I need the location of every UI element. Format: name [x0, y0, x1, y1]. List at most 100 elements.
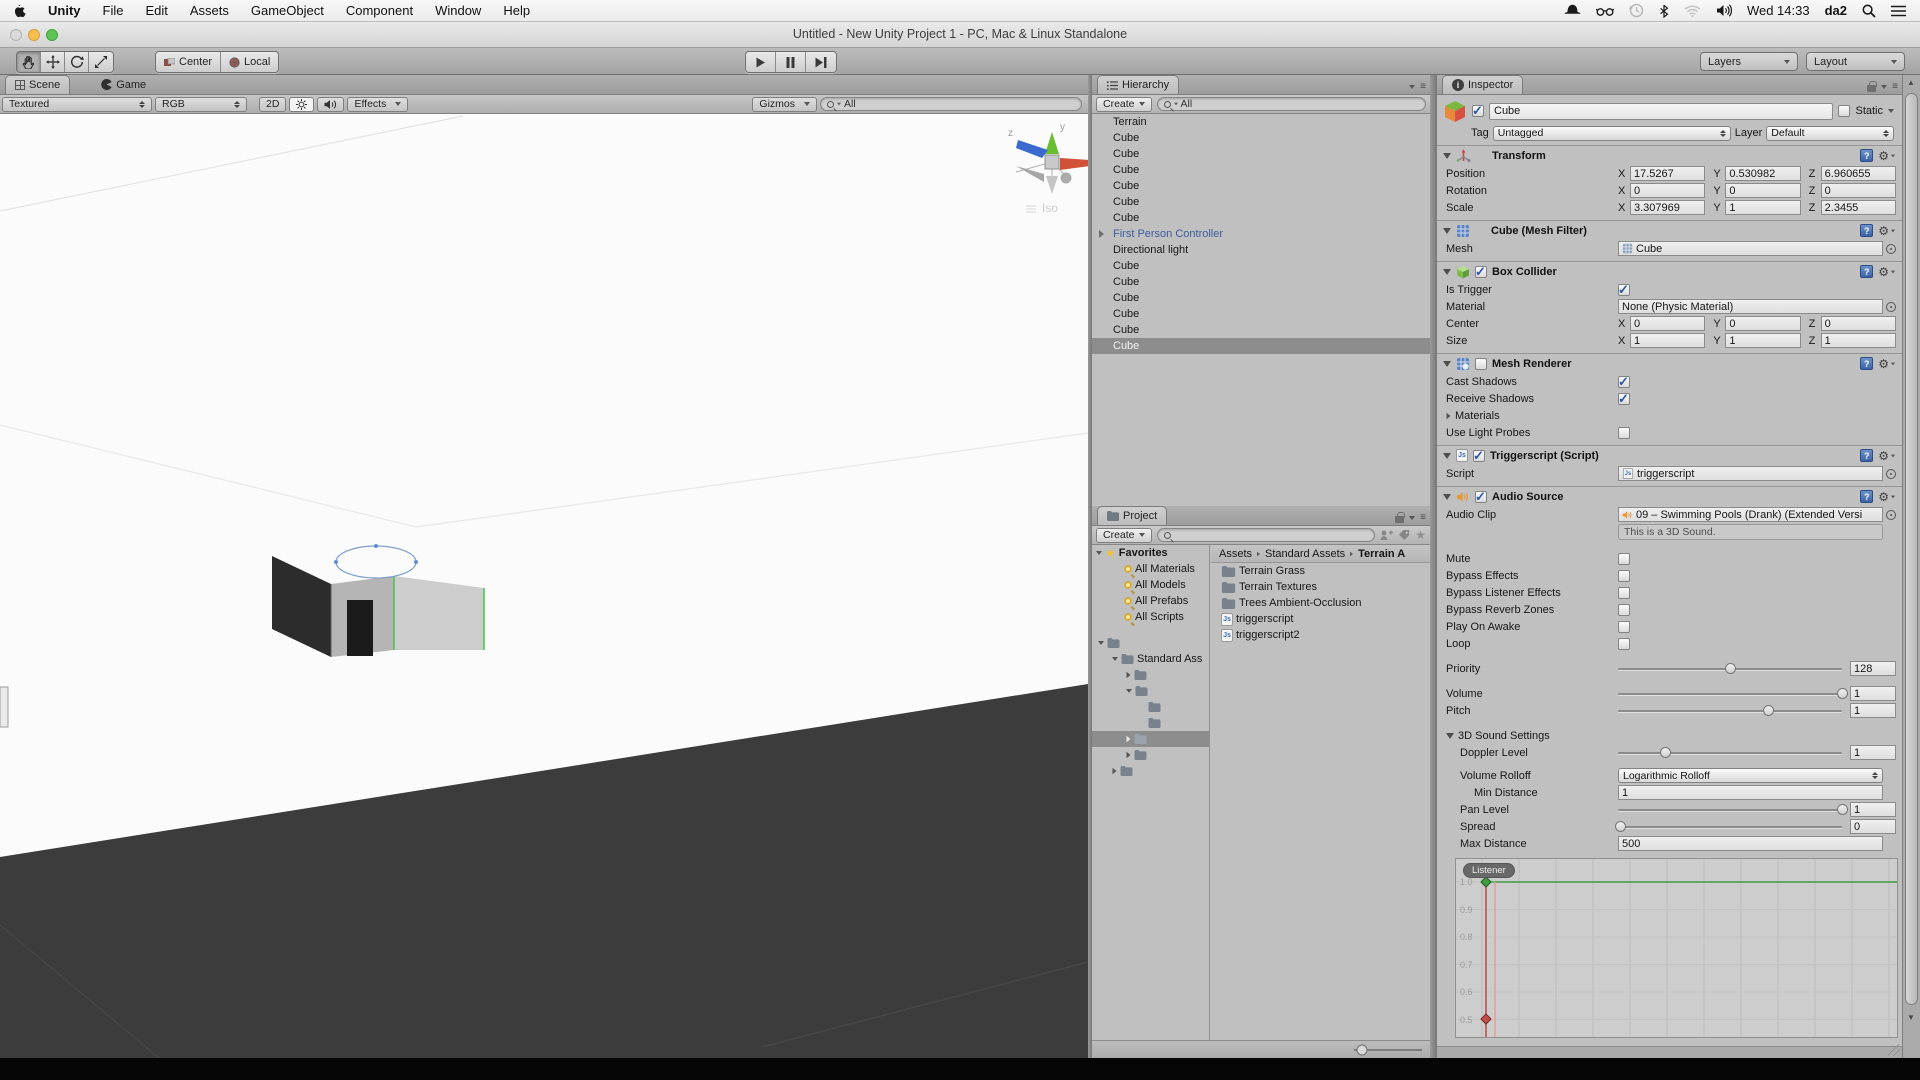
- fold-icon[interactable]: [1446, 733, 1454, 739]
- menu-unity[interactable]: Unity: [37, 0, 92, 22]
- asset-file[interactable]: Terrain Textures: [1211, 579, 1430, 595]
- expand-arrow-icon[interactable]: [1099, 230, 1104, 238]
- fold-icon[interactable]: [1443, 153, 1451, 159]
- breadcrumb-segment[interactable]: Assets: [1219, 548, 1252, 560]
- search-favorites-icon[interactable]: ★: [1415, 529, 1426, 541]
- position-y-field[interactable]: 0.530982: [1725, 166, 1800, 181]
- max-distance-field[interactable]: 500: [1618, 836, 1883, 851]
- size-x-field[interactable]: 1: [1630, 333, 1705, 348]
- gear-icon[interactable]: ⚙: [1878, 266, 1896, 278]
- tab-inspector[interactable]: i Inspector: [1442, 75, 1523, 94]
- spread-value-field[interactable]: 0: [1850, 819, 1896, 834]
- scale-y-field[interactable]: 1: [1725, 200, 1800, 215]
- favorite-item[interactable]: All Models: [1092, 577, 1209, 593]
- component-enabled-checkbox[interactable]: [1473, 450, 1485, 462]
- hat-status-icon[interactable]: [1564, 4, 1581, 17]
- scrollbar-thumb[interactable]: [1905, 93, 1918, 1005]
- tree-item[interactable]: [1092, 715, 1209, 731]
- pitch-value-field[interactable]: 1: [1850, 703, 1896, 718]
- help-icon[interactable]: ?: [1860, 449, 1873, 462]
- bypass-effects-checkbox[interactable]: [1618, 570, 1630, 582]
- rotation-z-field[interactable]: 0: [1821, 183, 1896, 198]
- hierarchy-item[interactable]: Cube: [1092, 290, 1430, 306]
- menu-file[interactable]: File: [92, 0, 135, 22]
- fold-open-icon[interactable]: [1098, 641, 1104, 645]
- hand-tool-button[interactable]: [17, 52, 41, 72]
- help-icon[interactable]: ?: [1860, 149, 1873, 162]
- object-picker-icon[interactable]: [1886, 244, 1896, 254]
- bluetooth-status-icon[interactable]: [1659, 4, 1669, 18]
- tree-item-selected[interactable]: [1092, 731, 1209, 747]
- fold-icon[interactable]: [1443, 269, 1451, 275]
- menu-gameobject[interactable]: GameObject: [240, 0, 335, 22]
- position-x-field[interactable]: 17.5267: [1630, 166, 1705, 181]
- menu-component[interactable]: Component: [335, 0, 424, 22]
- fold-icon[interactable]: [1443, 453, 1451, 459]
- fold-closed-icon[interactable]: [1127, 736, 1131, 742]
- rotate-tool-button[interactable]: [65, 52, 89, 72]
- move-tool-button[interactable]: [41, 52, 65, 72]
- step-button[interactable]: [806, 52, 836, 72]
- position-z-field[interactable]: 6.960655: [1821, 166, 1896, 181]
- favorite-item[interactable]: All Prefabs: [1092, 593, 1209, 609]
- gear-icon[interactable]: ⚙: [1878, 491, 1896, 503]
- fold-open-icon[interactable]: [1126, 689, 1132, 693]
- loop-checkbox[interactable]: [1618, 638, 1630, 650]
- doppler-slider[interactable]: [1618, 746, 1842, 759]
- pitch-slider[interactable]: [1618, 704, 1842, 717]
- fold-closed-icon[interactable]: [1127, 672, 1131, 678]
- object-picker-icon[interactable]: [1886, 469, 1896, 479]
- size-y-field[interactable]: 1: [1725, 333, 1800, 348]
- hierarchy-item[interactable]: Cube: [1092, 194, 1430, 210]
- breadcrumb-segment[interactable]: Standard Assets: [1265, 548, 1345, 560]
- tab-dropdown-icon[interactable]: [1409, 85, 1415, 89]
- pause-button[interactable]: [776, 52, 806, 72]
- hierarchy-item-selected[interactable]: Cube: [1092, 338, 1430, 354]
- scale-z-field[interactable]: 2.3455: [1821, 200, 1896, 215]
- tab-project[interactable]: Project: [1097, 506, 1167, 525]
- mesh-object-field[interactable]: Cube: [1618, 241, 1883, 256]
- pan-level-slider[interactable]: [1618, 803, 1842, 816]
- play-on-awake-checkbox[interactable]: [1618, 621, 1630, 633]
- tab-menu-icon[interactable]: ≡: [1892, 81, 1897, 92]
- component-enabled-checkbox[interactable]: [1475, 266, 1487, 278]
- hierarchy-item[interactable]: Cube: [1092, 130, 1430, 146]
- tab-dropdown-icon[interactable]: [1881, 85, 1887, 89]
- component-enabled-checkbox[interactable]: [1475, 358, 1487, 370]
- hierarchy-item-first-person-controller[interactable]: First Person Controller: [1092, 226, 1430, 242]
- help-icon[interactable]: ?: [1860, 224, 1873, 237]
- tree-assets-root[interactable]: [1092, 635, 1209, 651]
- menu-window[interactable]: Window: [424, 0, 492, 22]
- tree-item[interactable]: [1092, 667, 1209, 683]
- is-trigger-checkbox[interactable]: [1618, 284, 1630, 296]
- project-search-field[interactable]: [1157, 528, 1376, 542]
- tree-item[interactable]: [1092, 763, 1209, 779]
- tree-item[interactable]: [1092, 699, 1209, 715]
- rotation-x-field[interactable]: 0: [1630, 183, 1705, 198]
- gear-icon[interactable]: ⚙: [1878, 150, 1896, 162]
- tree-item[interactable]: [1092, 683, 1209, 699]
- hierarchy-item[interactable]: Terrain: [1092, 114, 1430, 130]
- bypass-reverb-checkbox[interactable]: [1618, 604, 1630, 616]
- asset-file-script[interactable]: Js triggerscript: [1211, 611, 1430, 627]
- scale-tool-button[interactable]: [89, 52, 113, 72]
- hierarchy-item[interactable]: Cube: [1092, 162, 1430, 178]
- thumbnail-size-slider[interactable]: [1357, 1045, 1367, 1055]
- asset-file[interactable]: Terrain Grass: [1211, 563, 1430, 579]
- effects-dropdown[interactable]: Effects: [347, 97, 408, 112]
- static-checkbox[interactable]: [1838, 105, 1850, 117]
- min-distance-field[interactable]: 1: [1618, 785, 1883, 800]
- fold-open-icon[interactable]: [1112, 657, 1118, 661]
- tab-dropdown-icon[interactable]: [1409, 516, 1415, 520]
- favorite-item[interactable]: All Materials: [1092, 561, 1209, 577]
- physic-material-field[interactable]: None (Physic Material): [1618, 299, 1883, 314]
- scene-audio-toggle[interactable]: [317, 97, 344, 112]
- center-z-field[interactable]: 0: [1821, 316, 1896, 331]
- rolloff-graph[interactable]: 1.0 0.9 0.8 0.7 0.6 0.5 Listener: [1455, 858, 1898, 1038]
- render-channel-dropdown[interactable]: RGB: [155, 97, 247, 112]
- hierarchy-item[interactable]: Cube: [1092, 322, 1430, 338]
- 2d-toggle-button[interactable]: 2D: [259, 97, 286, 112]
- rotation-y-field[interactable]: 0: [1725, 183, 1800, 198]
- breadcrumb-segment-current[interactable]: Terrain A: [1358, 548, 1405, 560]
- scroll-up-arrow[interactable]: ▲: [1907, 78, 1915, 87]
